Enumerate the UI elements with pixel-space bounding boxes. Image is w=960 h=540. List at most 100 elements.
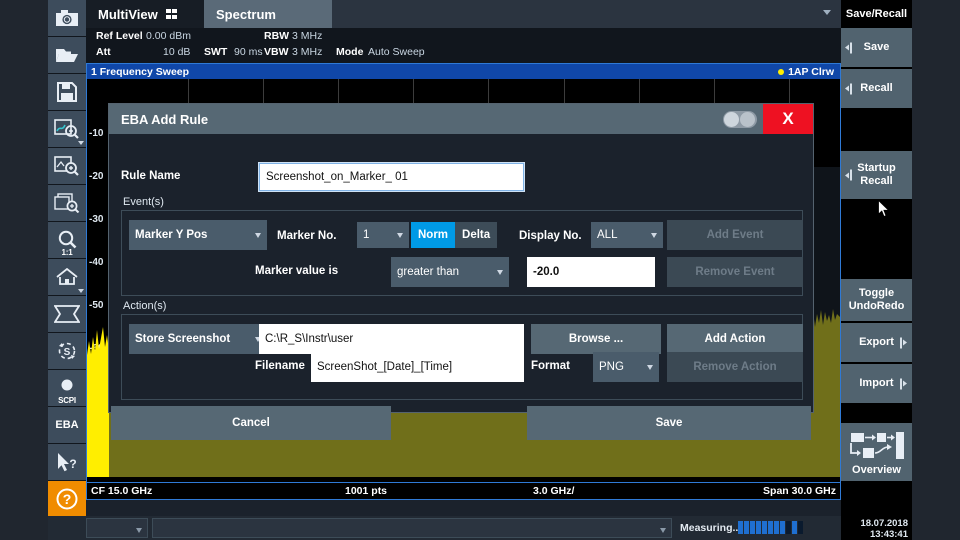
softkey-save-label: Save bbox=[864, 41, 890, 54]
window-frame-left bbox=[0, 0, 48, 540]
status-left-combo[interactable] bbox=[86, 518, 148, 538]
format-combo[interactable]: PNG bbox=[593, 352, 659, 382]
rule-name-label: Rule Name bbox=[121, 170, 180, 182]
chevron-down-icon[interactable] bbox=[823, 10, 831, 15]
format-label: Format bbox=[531, 360, 570, 372]
camera-icon[interactable] bbox=[48, 0, 86, 37]
zoom-one-to-one-icon[interactable]: 1:1 bbox=[48, 222, 86, 259]
event-type-combo[interactable]: Marker Y Pos bbox=[129, 220, 267, 250]
threshold-input[interactable]: -20.0 bbox=[527, 257, 655, 287]
scpi-icon[interactable]: SCPI bbox=[48, 370, 86, 407]
add-event-button[interactable]: Add Event bbox=[667, 220, 803, 250]
swt-value: 90 ms bbox=[234, 46, 263, 58]
cancel-button[interactable]: Cancel bbox=[111, 406, 391, 440]
save-disk-icon[interactable] bbox=[48, 74, 86, 111]
softkey-save[interactable]: Save bbox=[841, 28, 912, 69]
marker-mode-delta[interactable]: Delta bbox=[455, 222, 497, 248]
dialog-title: EBA Add Rule bbox=[121, 112, 208, 127]
mode-key: Mode bbox=[336, 46, 363, 58]
overview-icon bbox=[850, 431, 904, 461]
open-folder-icon[interactable] bbox=[48, 37, 86, 74]
softkey-left-marker-icon bbox=[845, 83, 852, 94]
svg-text:S: S bbox=[64, 347, 71, 358]
status-message-combo[interactable] bbox=[152, 518, 672, 538]
measurement-header: Ref Level 0.00 dBm RBW 3 MHz Att 10 dB S… bbox=[86, 28, 841, 63]
dialog-title-bar: EBA Add Rule X bbox=[109, 104, 813, 134]
save-button[interactable]: Save bbox=[527, 406, 811, 440]
tab-bar: MultiView Spectrum bbox=[86, 0, 841, 28]
softkey-gap-1 bbox=[841, 110, 912, 151]
marker-mode-segmented[interactable]: Norm Delta bbox=[411, 222, 497, 248]
browse-button[interactable]: Browse ... bbox=[531, 324, 661, 354]
frequency-axis-bar: CF 15.0 GHz 1001 pts 3.0 GHz/ Span 30.0 … bbox=[87, 482, 840, 499]
measurement-progress-bar bbox=[738, 521, 803, 534]
zoom-area-icon[interactable] bbox=[48, 148, 86, 185]
help-icon[interactable]: ? bbox=[48, 481, 86, 518]
diagram-title: 1 Frequency Sweep bbox=[91, 66, 189, 78]
softkey-panel-title: Save/Recall bbox=[841, 0, 912, 28]
att-key: Att bbox=[96, 46, 111, 58]
submenu-arrow-icon bbox=[900, 337, 907, 348]
format-value: PNG bbox=[599, 361, 624, 373]
chevron-down-icon bbox=[397, 233, 403, 238]
softkey-export[interactable]: Export bbox=[841, 323, 912, 364]
add-action-button[interactable]: Add Action bbox=[667, 324, 803, 354]
display-no-combo[interactable]: ALL bbox=[591, 222, 663, 248]
home-icon[interactable] bbox=[48, 259, 86, 296]
events-group-label: Event(s) bbox=[123, 196, 164, 208]
tab-multiview[interactable]: MultiView bbox=[86, 0, 204, 28]
chevron-down-icon bbox=[497, 270, 503, 275]
scpi-label: SCPI bbox=[48, 396, 86, 405]
svg-text:?: ? bbox=[69, 457, 76, 471]
ref-level-value: 0.00 dBm bbox=[146, 30, 191, 42]
eba-icon[interactable]: EBA bbox=[48, 407, 86, 444]
ref-level-key: Ref Level bbox=[96, 30, 143, 42]
status-bar: Measuring... bbox=[48, 516, 841, 540]
window-frame-right bbox=[912, 0, 960, 540]
help-pointer-icon[interactable]: ? bbox=[48, 444, 86, 481]
vbw-key: VBW bbox=[264, 46, 289, 58]
softkey-left-marker-icon bbox=[845, 170, 852, 181]
rule-name-input[interactable]: Screenshot_on_Marker_ 01 bbox=[259, 163, 524, 191]
action-type-combo[interactable]: Store Screenshot bbox=[129, 324, 267, 354]
softkey-startup-recall-label: Startup Recall bbox=[857, 162, 896, 187]
actions-group-label: Action(s) bbox=[123, 300, 166, 312]
condition-value: greater than bbox=[397, 266, 459, 278]
tab-multiview-label: MultiView bbox=[98, 7, 158, 22]
span-label: Span 30.0 GHz bbox=[763, 485, 836, 497]
chevron-down-icon bbox=[78, 289, 84, 293]
softkey-recall[interactable]: Recall bbox=[841, 69, 912, 110]
rule-enable-toggle[interactable] bbox=[723, 111, 757, 128]
marker-no-combo[interactable]: 1 bbox=[357, 222, 409, 248]
softkey-toggle-undoredo[interactable]: Toggle UndoRedo bbox=[841, 279, 912, 323]
filename-label: Filename bbox=[255, 360, 305, 372]
multi-zoom-icon[interactable] bbox=[48, 185, 86, 222]
fullscreen-icon[interactable] bbox=[48, 296, 86, 333]
sweep-points-label: 1001 pts bbox=[345, 485, 387, 497]
zoom-one-to-one-label: 1:1 bbox=[48, 248, 86, 257]
close-icon[interactable]: X bbox=[763, 104, 813, 134]
softkey-import[interactable]: Import bbox=[841, 364, 912, 405]
clock-date: 18.07.2018 bbox=[841, 518, 908, 529]
remove-action-button[interactable]: Remove Action bbox=[667, 352, 803, 382]
sequencer-icon[interactable]: S bbox=[48, 333, 86, 370]
chevron-down-icon bbox=[651, 233, 657, 238]
marker-mode-norm[interactable]: Norm bbox=[411, 222, 455, 248]
frequency-per-division-label: 3.0 GHz/ bbox=[533, 485, 574, 497]
action-path-input[interactable]: C:\R_S\Instr\user bbox=[259, 324, 524, 354]
measurement-header-row-1: Ref Level 0.00 dBm RBW 3 MHz bbox=[86, 30, 841, 46]
filename-input[interactable]: ScreenShot_[Date]_[Time] bbox=[311, 352, 524, 382]
left-toolbar: 1:1 S SCPI EBA ? ? bbox=[48, 0, 86, 516]
eba-label: EBA bbox=[55, 419, 78, 431]
rbw-value: 3 MHz bbox=[292, 30, 322, 42]
softkey-overview[interactable]: Overview bbox=[841, 423, 912, 483]
softkey-startup-recall[interactable]: Startup Recall bbox=[841, 151, 912, 201]
tab-spectrum[interactable]: Spectrum bbox=[204, 0, 332, 28]
event-type-value: Marker Y Pos bbox=[135, 229, 207, 241]
softkey-recall-label: Recall bbox=[860, 82, 892, 95]
remove-event-button[interactable]: Remove Event bbox=[667, 257, 803, 287]
condition-combo[interactable]: greater than bbox=[391, 257, 509, 287]
zoom-trace-icon[interactable] bbox=[48, 111, 86, 148]
application-window: 1:1 S SCPI EBA ? ? Multi bbox=[0, 0, 960, 540]
measuring-status-label: Measuring... bbox=[680, 522, 741, 534]
